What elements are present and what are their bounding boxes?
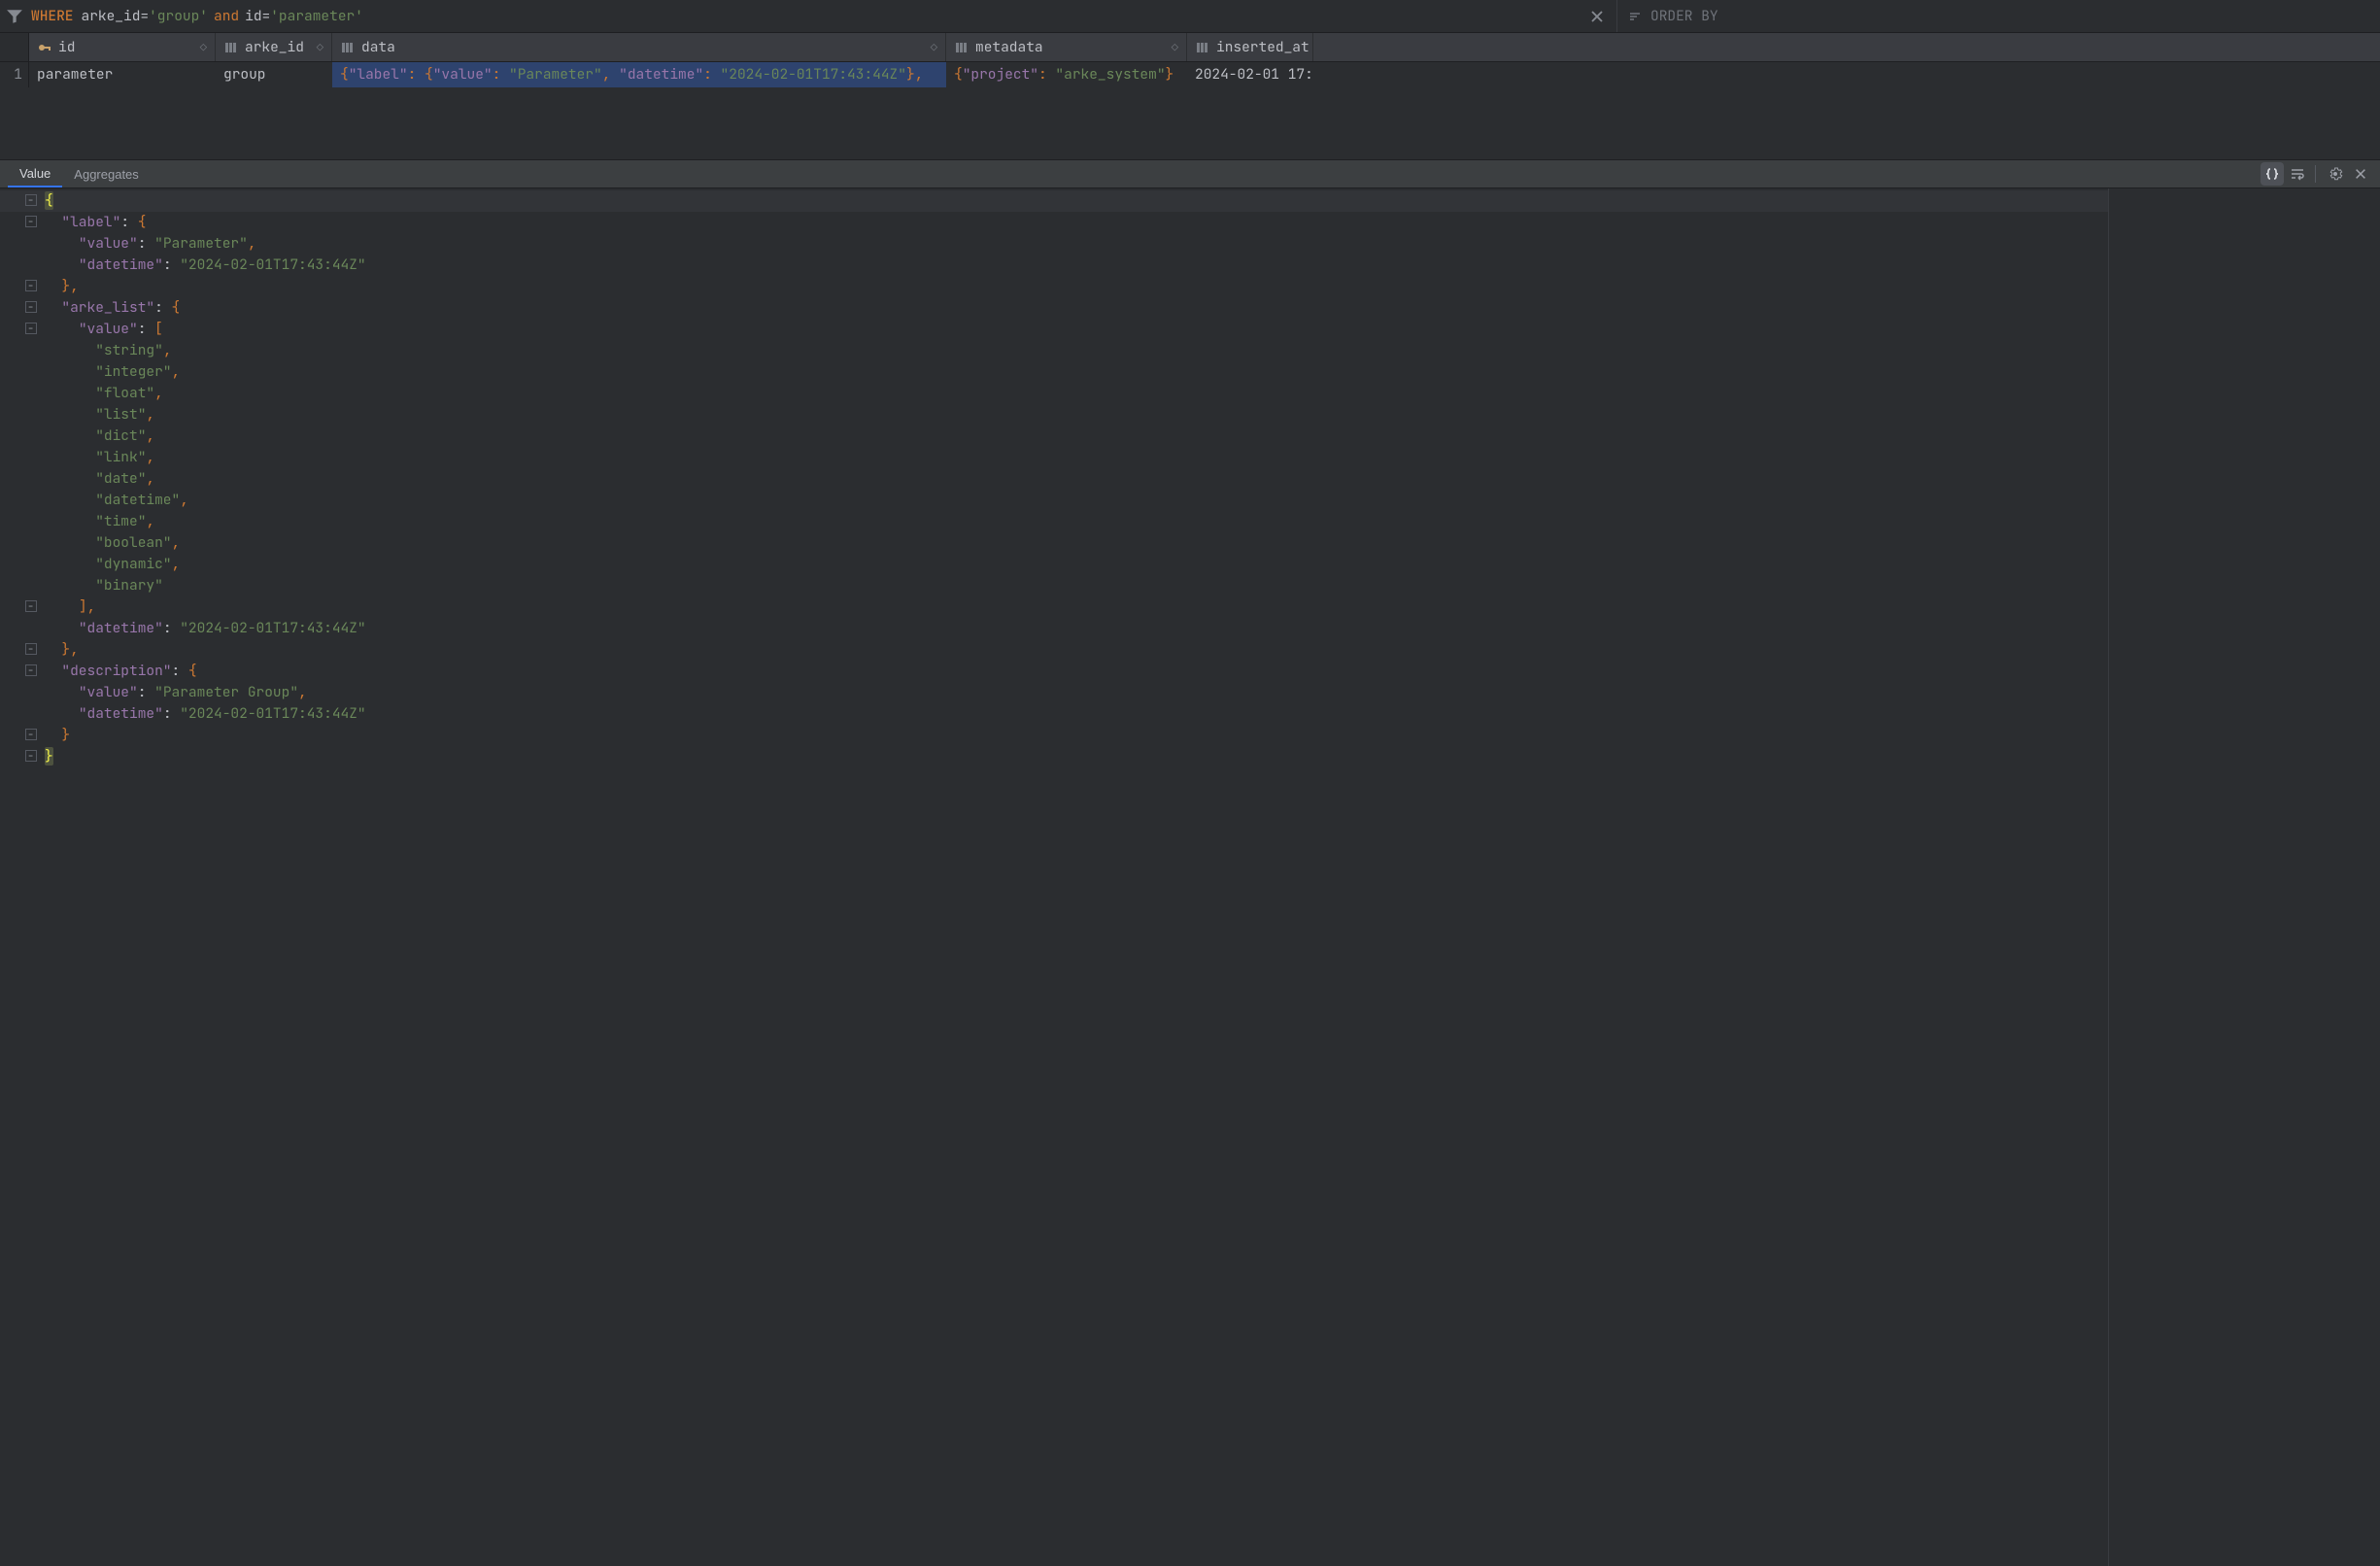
column-header-arke-id[interactable]: arke_id ◇ <box>216 33 332 61</box>
orderby-input[interactable]: ORDER BY <box>1616 0 2374 32</box>
table-row[interactable]: 1 parameter group {"label": {"value": "P… <box>0 62 2380 87</box>
table-header: id ◇ arke_id ◇ data ◇ metadata ◇ inserte… <box>0 33 2380 62</box>
sort-handle-icon: ◇ <box>1172 40 1178 55</box>
detail-tabs: Value Aggregates <box>0 159 2380 188</box>
settings-button[interactable] <box>2324 162 2347 186</box>
column-icon <box>1195 40 1210 55</box>
json-sidebar <box>2108 188 2380 1566</box>
sort-handle-icon: ◇ <box>931 40 937 55</box>
column-header-metadata[interactable]: metadata ◇ <box>946 33 1187 61</box>
table-body: 1 parameter group {"label": {"value": "P… <box>0 62 2380 159</box>
cell-data[interactable]: {"label": {"value": "Parameter", "dateti… <box>332 62 946 87</box>
column-header-data[interactable]: data ◇ <box>332 33 946 61</box>
cell-arke-id[interactable]: group <box>216 62 332 87</box>
filter-icon <box>6 8 23 25</box>
where-keyword: WHERE <box>31 7 74 25</box>
column-icon <box>954 40 969 55</box>
close-panel-button[interactable] <box>2349 162 2372 186</box>
clear-filter-icon[interactable] <box>1587 7 1607 26</box>
sort-handle-icon: ◇ <box>317 40 323 55</box>
key-column-icon <box>37 40 52 55</box>
column-icon <box>223 40 239 55</box>
column-header-id[interactable]: id ◇ <box>29 33 216 61</box>
tab-aggregates[interactable]: Aggregates <box>62 160 151 187</box>
cell-inserted-at[interactable]: 2024-02-01 17:4 <box>1187 62 1313 87</box>
sort-icon <box>1627 9 1643 24</box>
column-header-inserted-at[interactable]: inserted_at <box>1187 33 1313 61</box>
row-number: 1 <box>0 62 29 87</box>
json-viewer[interactable]: { "label": { "value": "Parameter", "date… <box>0 188 2108 1566</box>
cell-id[interactable]: parameter <box>29 62 216 87</box>
sort-handle-icon: ◇ <box>200 40 207 55</box>
column-icon <box>340 40 356 55</box>
rownum-gutter <box>0 33 29 61</box>
json-view-button[interactable] <box>2261 162 2284 186</box>
json-viewer-panel: { "label": { "value": "Parameter", "date… <box>0 188 2380 1566</box>
where-clause-input[interactable]: WHERE arke_id='group' and id='parameter' <box>31 0 1578 32</box>
filter-bar: WHERE arke_id='group' and id='parameter'… <box>0 0 2380 33</box>
tab-value[interactable]: Value <box>8 160 62 187</box>
wrap-text-button[interactable] <box>2286 162 2309 186</box>
cell-metadata[interactable]: {"project": "arke_system"} <box>946 62 1187 87</box>
